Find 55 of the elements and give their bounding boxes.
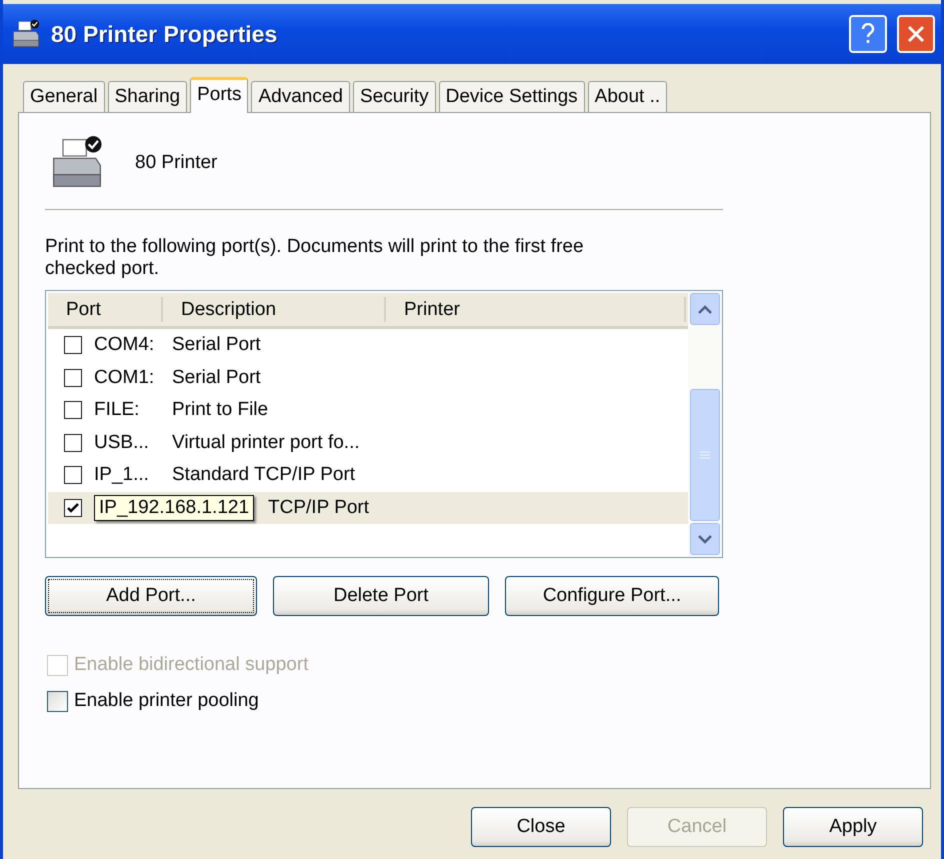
dialog-button[interactable]: Apply — [783, 807, 923, 847]
description-cell: TCP/IP Port — [268, 496, 370, 519]
tab[interactable]: About .. — [588, 81, 668, 112]
port-button[interactable]: Delete Port — [273, 576, 489, 616]
tab[interactable]: General — [23, 81, 105, 112]
close-icon — [907, 25, 925, 43]
port-row[interactable]: IP_1... Standard TCP/IP Port — [48, 459, 688, 492]
tab[interactable]: Security — [352, 81, 436, 112]
description-cell: Standard TCP/IP Port — [172, 464, 356, 486]
column-header[interactable]: Printer — [386, 297, 686, 322]
description-cell: Print to File — [172, 399, 268, 422]
tab[interactable]: Sharing — [108, 81, 188, 112]
option-label[interactable]: Enable printer pooling — [74, 690, 259, 712]
port-button[interactable]: Add Port... — [45, 576, 257, 616]
port-row[interactable]: COM1: Serial Port — [48, 362, 688, 394]
port-checkbox[interactable] — [64, 368, 82, 387]
tooltip: IP_192.168.1.121 — [94, 494, 254, 521]
port-checkbox[interactable] — [64, 336, 82, 354]
port-checkbox[interactable] — [64, 498, 82, 517]
tab[interactable]: Ports — [190, 77, 248, 113]
tab[interactable]: Device Settings — [438, 81, 585, 112]
port-row[interactable]: USB... Virtual printer port fo... — [48, 426, 688, 459]
port-checkbox[interactable] — [64, 401, 82, 420]
port-cell-text: FILE: — [94, 399, 140, 422]
grip-icon — [700, 451, 710, 459]
description-cell: Virtual printer port fo... — [172, 432, 360, 454]
checkmark-icon — [67, 502, 79, 514]
dialog-button[interactable]: Close — [471, 807, 611, 847]
port-row[interactable]: COM4: Serial Port — [48, 329, 688, 362]
port-button[interactable]: Configure Port... — [505, 576, 719, 616]
description-cell: Serial Port — [172, 366, 261, 389]
port-checkbox[interactable] — [64, 466, 82, 484]
port-row[interactable]: IP_192.168.1.121 TCP/IP Port — [48, 492, 688, 524]
port-cell-text: IP_1... — [94, 464, 150, 486]
printer-name: 80 Printer — [135, 152, 218, 174]
port-checkbox[interactable] — [64, 434, 82, 452]
port-cell-text: USB... — [94, 432, 150, 454]
port-cell-text: COM1: — [94, 366, 156, 389]
scroll-down-button[interactable] — [690, 523, 720, 555]
instructions-text: Print to the following port(s). Documents will print to the first free checked port. — [45, 236, 585, 280]
column-header[interactable]: Port — [48, 297, 163, 322]
column-header[interactable]: Description — [163, 297, 386, 322]
help-button[interactable] — [849, 15, 887, 53]
scrollbar[interactable] — [688, 291, 722, 557]
help-icon — [861, 23, 875, 45]
port-cell-text: COM4: — [94, 334, 156, 356]
description-cell: Serial Port — [172, 334, 261, 356]
port-row[interactable]: FILE: Print to File — [48, 394, 688, 426]
tab[interactable]: Advanced — [251, 81, 350, 112]
printer-icon — [11, 19, 41, 49]
close-window-button[interactable] — [897, 15, 935, 53]
window-title: 80 Printer Properties — [51, 20, 278, 48]
scroll-up-button[interactable] — [690, 293, 720, 325]
option-checkbox[interactable] — [47, 690, 68, 712]
scroll-thumb[interactable] — [690, 389, 720, 521]
